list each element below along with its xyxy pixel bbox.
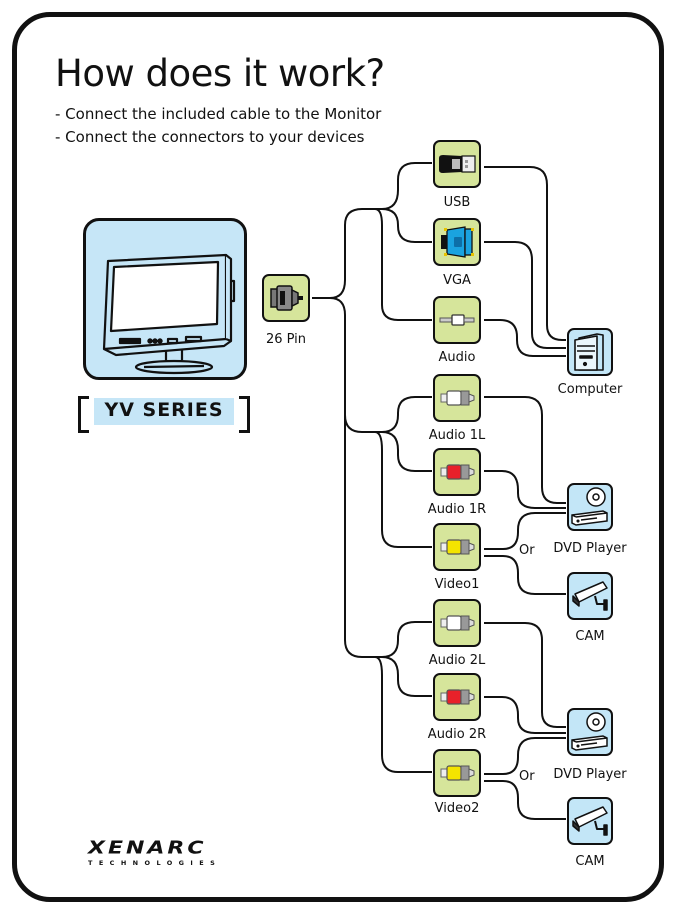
dvd-player-icon (571, 712, 608, 751)
rca-yellow-plug-icon (440, 539, 475, 555)
wire-hub-video1 (374, 431, 432, 548)
device-cam-1 (567, 572, 613, 620)
brand-name: XENARC (88, 838, 207, 859)
monitor-icon (102, 253, 236, 375)
wire-hub-vga (381, 208, 432, 243)
device-computer (567, 328, 613, 376)
security-camera-icon (572, 806, 608, 836)
connector-audio-1r (433, 448, 481, 496)
audio-jack-icon (439, 314, 475, 326)
connector-label-vga: VGA (443, 273, 471, 288)
vga-plug-icon (441, 226, 474, 258)
connector-label-audio: Audio (438, 350, 476, 365)
connector-audio-2r (433, 673, 481, 721)
connector-usb (433, 140, 481, 188)
rca-red-plug-icon (440, 689, 475, 705)
connector-label-audio-2r: Audio 2R (427, 727, 487, 742)
connector-audio-1l (433, 374, 481, 422)
connector-label-audio-1l: Audio 1L (428, 428, 486, 443)
wire-hub-audio2l (381, 621, 432, 658)
wire-trunk-upper (329, 208, 382, 299)
source-connector-label: 26 Pin (265, 332, 307, 347)
or-label-2: Or (519, 769, 535, 784)
connector-video2 (433, 749, 481, 797)
rca-red-plug-icon (440, 464, 475, 480)
device-label-cam-1: CAM (575, 629, 605, 644)
connector-label-audio-2l: Audio 2L (428, 653, 486, 668)
device-label-cam-2: CAM (575, 854, 605, 869)
or-label-1: Or (519, 543, 535, 558)
wire-hub-audio1l (381, 396, 432, 433)
wire-trunk-mid (344, 414, 382, 433)
connector-label-audio-1r: Audio 1R (427, 502, 487, 517)
connector-vga (433, 218, 481, 266)
series-label-block: YV SERIES (78, 396, 250, 433)
wire-audio1l-dvd (484, 396, 566, 504)
rca-white-plug-icon (440, 390, 475, 406)
connector-audio (433, 296, 481, 344)
device-label-computer: Computer (557, 382, 623, 397)
series-label: YV SERIES (104, 399, 224, 421)
bracket-right (239, 396, 250, 433)
dvd-player-icon (571, 487, 608, 526)
connector-video1 (433, 523, 481, 571)
wire-usb-computer (484, 166, 566, 341)
device-cam-2 (567, 797, 613, 845)
security-camera-icon (572, 581, 608, 611)
device-dvd-player-1 (567, 483, 613, 531)
device-dvd-player-2 (567, 708, 613, 756)
usb-plug-icon (439, 155, 476, 173)
wire-vga-computer (484, 241, 566, 349)
brand-logo: XENARC TECHNOLOGIES (88, 840, 248, 867)
device-label-dvd-player-2: DVD Player (553, 767, 627, 782)
computer-tower-icon (574, 333, 604, 371)
brand-tagline: TECHNOLOGIES (88, 859, 222, 867)
connector-audio-2l (433, 599, 481, 647)
connector-26-pin (262, 274, 310, 322)
wire-trunk-lower (329, 297, 382, 658)
rca-white-plug-icon (440, 615, 475, 631)
wire-hub-audio (374, 208, 432, 321)
wire-hub-video2 (374, 656, 432, 773)
connector-label-video2: Video2 (434, 801, 480, 816)
26-pin-connector-icon (270, 285, 303, 311)
monitor-panel (83, 218, 247, 380)
rca-yellow-plug-icon (440, 765, 475, 781)
connector-label-usb: USB (443, 195, 471, 210)
device-label-dvd-player-1: DVD Player (553, 541, 627, 556)
connector-label-video1: Video1 (434, 577, 480, 592)
